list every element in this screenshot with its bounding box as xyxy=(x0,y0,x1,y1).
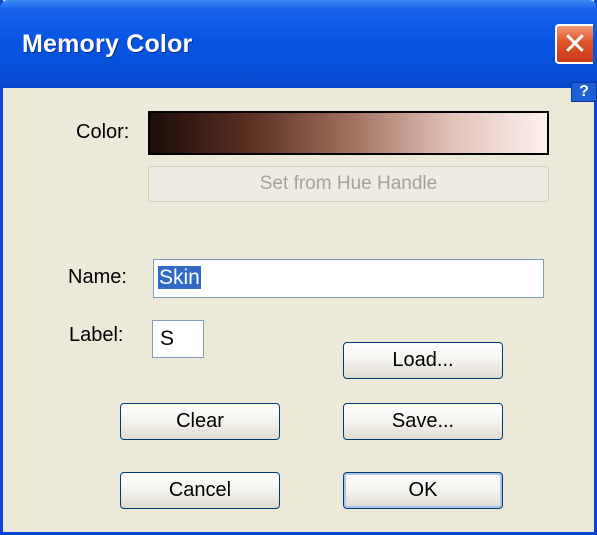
color-gradient-swatch[interactable] xyxy=(148,111,549,155)
ok-button[interactable]: OK xyxy=(343,472,503,509)
label-label: Label: xyxy=(69,324,124,346)
close-glyph: ✕ xyxy=(562,27,588,61)
memory-color-dialog: Memory Color ✕ ? Color: Set from Hue Han… xyxy=(0,0,597,535)
load-button[interactable]: Load... xyxy=(343,342,503,379)
color-label: Color: xyxy=(76,121,130,143)
set-from-hue-handle-button: Set from Hue Handle xyxy=(148,166,549,202)
label-field[interactable]: S xyxy=(152,320,204,358)
name-label: Name: xyxy=(68,266,127,288)
title-bar[interactable]: Memory Color ✕ xyxy=(0,0,597,88)
help-icon[interactable]: ? xyxy=(571,82,597,102)
window-title: Memory Color xyxy=(22,30,193,58)
save-button[interactable]: Save... xyxy=(343,403,503,440)
name-field-value: Skin xyxy=(158,266,201,289)
close-icon[interactable]: ✕ xyxy=(555,24,593,64)
clear-button[interactable]: Clear xyxy=(120,403,280,440)
help-glyph: ? xyxy=(579,83,589,100)
label-field-value: S xyxy=(160,327,175,350)
cancel-button[interactable]: Cancel xyxy=(120,472,280,509)
name-field[interactable]: Skin xyxy=(153,259,544,298)
